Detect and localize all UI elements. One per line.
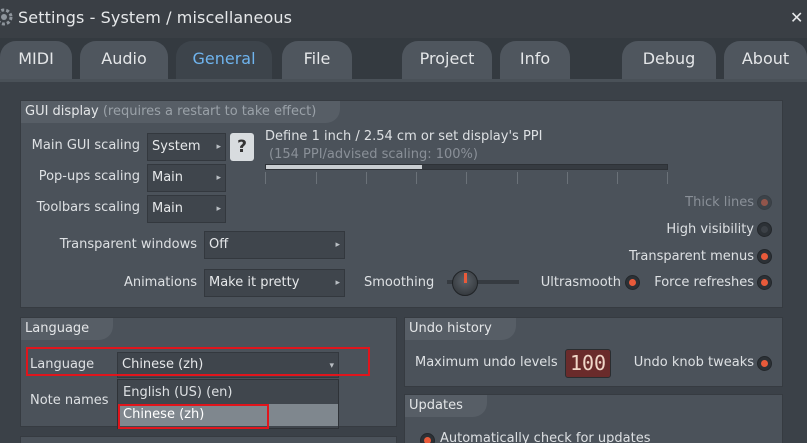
select-value: Main (152, 201, 184, 216)
panel-title-note: (requires a restart to take effect) (102, 104, 317, 119)
tab-general[interactable]: General (176, 41, 272, 80)
tick (466, 172, 467, 184)
force-refreshes-radio[interactable] (757, 275, 772, 290)
language-row-highlight (26, 347, 370, 376)
undo-knob-tweaks-radio[interactable] (757, 356, 772, 371)
max-undo-label: Maximum undo levels (415, 355, 558, 370)
toolbars-scaling-label: Toolbars scaling (36, 200, 140, 215)
chevron-right-icon: ▸ (216, 142, 221, 152)
transparent-menus-radio[interactable] (757, 249, 772, 264)
tab-label: Audio (101, 49, 147, 68)
dropdown-option-english[interactable]: English (US) (en) (118, 382, 338, 404)
ppi-title: Define 1 inch / 2.54 cm or set display's… (265, 129, 543, 144)
tick (517, 172, 518, 184)
tab-label: MIDI (18, 49, 54, 68)
chevron-right-icon: ▸ (335, 240, 340, 250)
tab-label: Info (519, 49, 551, 68)
smoothing-knob[interactable] (452, 270, 478, 296)
tab-label: About (741, 49, 790, 68)
tick (416, 172, 417, 184)
select-value: System (152, 139, 201, 154)
select-value: Main (152, 170, 184, 185)
tab-midi[interactable]: MIDI (0, 41, 72, 80)
popups-scaling-select[interactable]: Main ▸ (147, 164, 226, 192)
tab-label: Debug (642, 49, 696, 68)
tab-about[interactable]: About (724, 41, 807, 80)
transparent-menus-label: Transparent menus (628, 249, 754, 264)
animations-select[interactable]: Make it pretty ▸ (204, 269, 345, 297)
note-names-label: Note names (30, 393, 109, 408)
transparent-windows-label: Transparent windows (59, 237, 197, 252)
chinese-option-highlight (118, 404, 269, 429)
tab-label: General (192, 49, 256, 68)
main-gui-scaling-label: Main GUI scaling (31, 138, 140, 153)
force-refreshes-label: Force refreshes (654, 275, 754, 290)
max-undo-value[interactable]: 100 (565, 349, 611, 378)
ppi-info: (154 PPI/advised scaling: 100%) (269, 147, 478, 162)
tab-info[interactable]: Info (500, 41, 570, 80)
thick-lines-radio[interactable] (757, 195, 772, 210)
toolbars-scaling-select[interactable]: Main ▸ (147, 195, 226, 223)
high-visibility-radio[interactable] (757, 222, 772, 237)
tick (567, 172, 568, 184)
tab-debug[interactable]: Debug (622, 41, 716, 80)
tab-divider (0, 79, 807, 82)
tick (667, 172, 668, 184)
updates-header: Updates (405, 395, 487, 417)
ppi-slider[interactable] (265, 164, 668, 170)
tick (366, 172, 367, 184)
ppi-ticks (265, 172, 668, 184)
help-button[interactable]: ? (230, 133, 254, 161)
tab-file[interactable]: File (282, 41, 352, 80)
ultrasmooth-radio[interactable] (625, 275, 640, 290)
animations-label: Animations (123, 275, 197, 290)
chevron-right-icon: ▸ (216, 204, 221, 214)
main-gui-scaling-select[interactable]: System ▸ (147, 133, 226, 161)
chevron-right-icon: ▸ (216, 173, 221, 183)
auto-check-updates-label: Automatically check for updates (440, 431, 651, 443)
title-bar: Settings - System / miscellaneous ✕ (0, 0, 807, 38)
select-value: Off (209, 237, 229, 252)
undo-history-header: Undo history (405, 318, 516, 340)
gear-icon (0, 8, 13, 26)
lower-left-panel (20, 436, 397, 443)
popups-scaling-label: Pop-ups scaling (38, 169, 140, 184)
tick (617, 172, 618, 184)
thick-lines-label: Thick lines (685, 195, 754, 210)
tab-project[interactable]: Project (402, 41, 492, 80)
close-icon[interactable]: ✕ (790, 8, 803, 27)
select-value: Make it pretty (209, 275, 300, 290)
tick (316, 172, 317, 184)
tab-label: Project (419, 49, 475, 68)
tab-audio[interactable]: Audio (80, 41, 168, 80)
high-visibility-label: High visibility (666, 222, 754, 237)
ultrasmooth-label: Ultrasmooth (540, 275, 621, 290)
chevron-right-icon: ▸ (335, 278, 340, 288)
gui-display-header: GUI display (requires a restart to take … (21, 101, 341, 123)
undo-knob-tweaks-label: Undo knob tweaks (633, 355, 754, 370)
window-title: Settings - System / miscellaneous (18, 8, 293, 27)
tab-label: File (303, 49, 331, 68)
smoothing-label: Smoothing (364, 275, 435, 290)
ppi-slider-fill (266, 165, 423, 169)
auto-check-updates-radio[interactable] (420, 433, 435, 443)
transparent-windows-select[interactable]: Off ▸ (204, 231, 345, 259)
language-header: Language (21, 318, 114, 340)
panel-title: GUI display (25, 104, 99, 119)
